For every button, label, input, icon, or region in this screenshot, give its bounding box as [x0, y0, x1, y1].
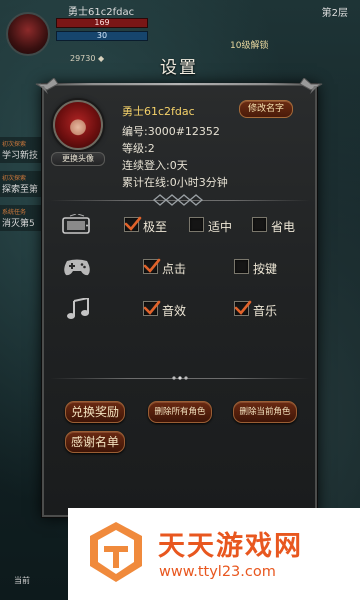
side-quest-item[interactable]: 初次探索 探索至第 — [0, 171, 44, 197]
profile-online-time: 累计在线:0小时3分钟 — [122, 176, 228, 189]
corner-ornament-icon — [299, 78, 323, 94]
title-underline — [34, 83, 324, 85]
hud-mp-bar: 30 — [56, 31, 148, 41]
settings-title: 设置 — [160, 58, 198, 78]
side-quest-label: 探索至第 — [2, 185, 39, 195]
side-quest-item[interactable]: 初次探索 学习新技 — [0, 137, 44, 163]
checkmark-icon — [143, 258, 161, 273]
hud-hp-bar: 169 — [56, 18, 148, 28]
watermark-site-name: 天天游戏网 — [158, 531, 303, 562]
hud-hp-text: 169 — [94, 18, 110, 27]
quality-max-checkbox[interactable] — [124, 216, 142, 232]
control-tap-label: 点击 — [162, 262, 187, 276]
checkmark-icon — [143, 300, 161, 315]
control-tap-checkbox[interactable] — [143, 258, 161, 274]
profile-name: 勇士61c2fdac — [122, 105, 195, 118]
profile-id: 编号:3000#12352 — [122, 125, 220, 138]
watermark-url: www.ttyl23.com — [159, 564, 276, 580]
checkmark-icon — [234, 300, 252, 315]
change-avatar-button[interactable]: 更换头像 — [51, 152, 105, 166]
sound-effects-label: 音效 — [162, 304, 187, 318]
control-keys-checkbox[interactable] — [234, 259, 249, 274]
delete-all-characters-button[interactable]: 删除所有角色 — [148, 401, 212, 423]
side-quest-label: 学习新技 — [2, 151, 39, 161]
quality-mid-label: 适中 — [208, 220, 233, 234]
credits-button[interactable]: 感谢名单 — [65, 431, 125, 453]
quality-mid-checkbox[interactable] — [189, 217, 204, 232]
music-label: 音乐 — [253, 304, 278, 318]
control-keys-label: 按键 — [253, 262, 278, 276]
side-quest-item[interactable]: 系统任务 消灭第5 — [0, 205, 44, 231]
quality-eco-label: 省电 — [271, 220, 296, 234]
quality-eco-checkbox[interactable] — [252, 217, 267, 232]
hud-floor-label: 第2层 — [321, 8, 348, 19]
site-logo-icon — [90, 522, 142, 582]
device-icon — [62, 214, 90, 234]
profile-level: 等级:2 — [122, 142, 155, 155]
music-checkbox[interactable] — [234, 300, 252, 316]
profile-login-streak: 连续登入:0天 — [122, 159, 188, 172]
side-quest-label: 消灭第5 — [2, 219, 35, 229]
settings-title-bar: 设置 — [34, 45, 324, 94]
divider-ornament-icon — [152, 194, 204, 206]
hud-player-name: 勇士61c2fdac — [68, 7, 135, 18]
profile-avatar — [53, 100, 103, 150]
divider-dots-icon — [172, 376, 188, 380]
delete-current-character-button[interactable]: 删除当前角色 — [233, 401, 297, 423]
hud-bottom-label: 当前 — [14, 576, 30, 585]
corner-ornament-icon — [35, 78, 59, 94]
side-quest-tag: 初次探索 — [2, 175, 27, 182]
side-quest-tag: 系统任务 — [2, 209, 27, 216]
redeem-button[interactable]: 兑换奖励 — [65, 401, 125, 423]
rename-button[interactable]: 修改名字 — [239, 100, 293, 118]
site-watermark: 天天游戏网 www.ttyl23.com — [68, 508, 360, 600]
quality-max-label: 极至 — [143, 220, 168, 234]
checkmark-icon — [124, 216, 142, 231]
side-quest-tag: 初次探索 — [2, 141, 27, 148]
music-note-icon — [67, 298, 89, 319]
sound-effects-checkbox[interactable] — [143, 300, 161, 316]
gamepad-icon — [64, 259, 90, 276]
hud-mp-text: 30 — [96, 31, 108, 40]
